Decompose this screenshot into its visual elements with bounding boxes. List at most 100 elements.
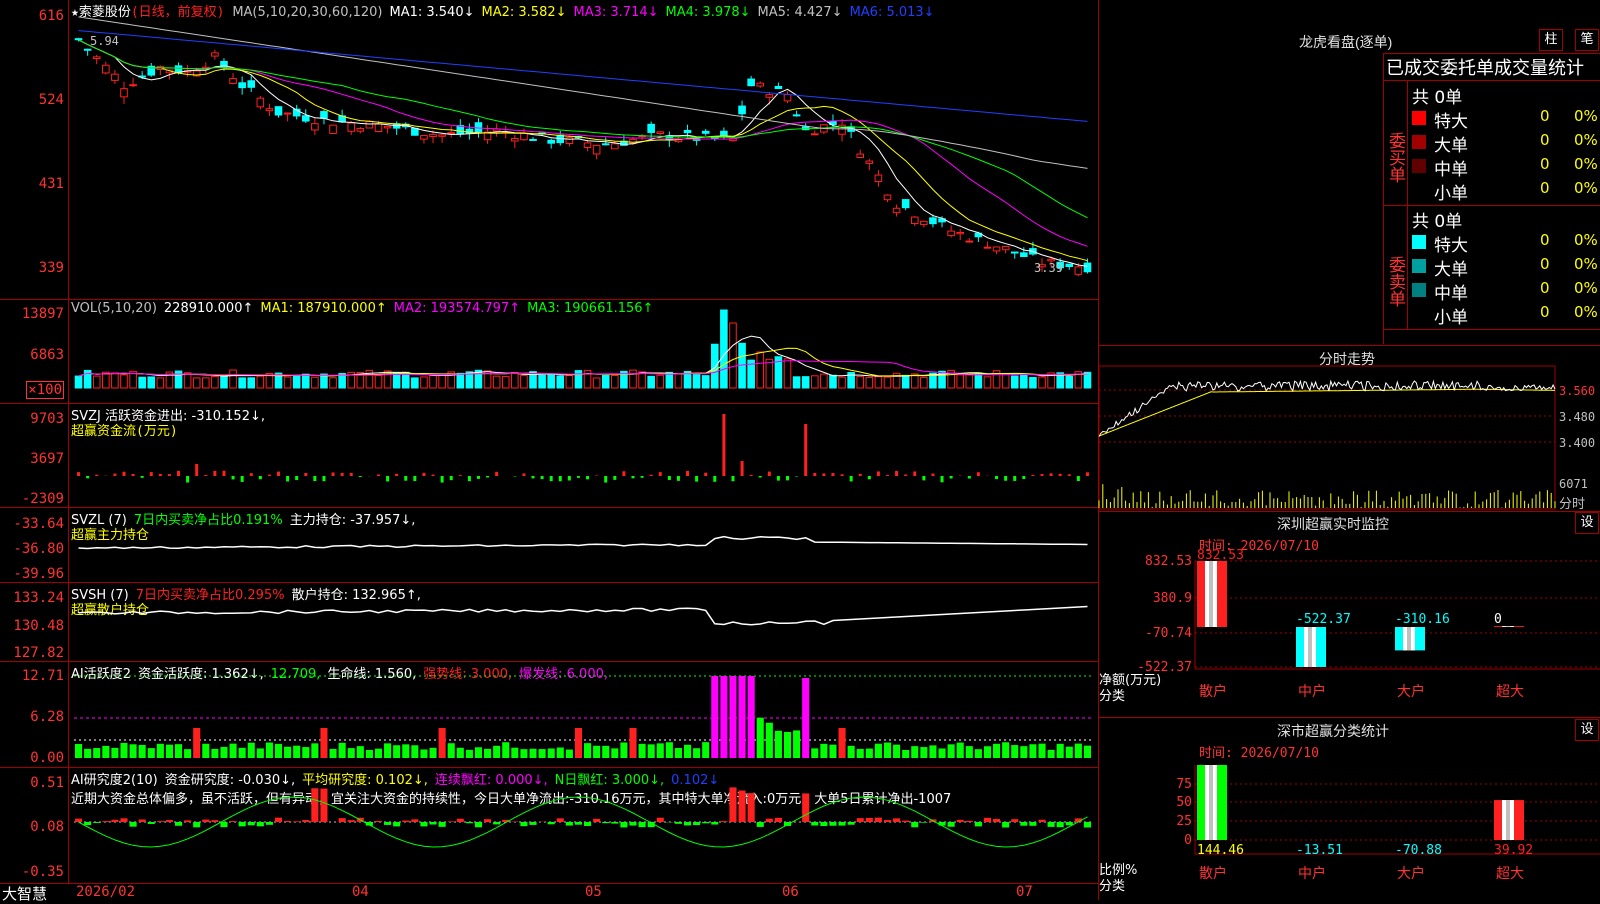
svsh-panel[interactable]: 133.24 130.48 127.82 SVSH (7)7日内买卖净占比0.2… <box>0 583 1098 662</box>
candle-body <box>902 200 909 208</box>
category-bar <box>1395 627 1425 650</box>
activity-bar <box>266 743 273 758</box>
activity-bar <box>566 750 573 758</box>
flow-bar <box>159 474 162 476</box>
flow-bar <box>332 472 335 476</box>
flow-bar <box>822 473 825 476</box>
activity-bar <box>511 748 518 758</box>
activity-bar <box>484 749 491 758</box>
activity-bar <box>829 745 836 758</box>
research-bar <box>230 821 237 822</box>
volume-bar <box>811 376 818 388</box>
volume-bar <box>1011 376 1018 388</box>
activity-bar <box>639 744 646 758</box>
activity-bar <box>411 745 418 758</box>
category-label: 中户 <box>1298 683 1326 700</box>
research-bar <box>257 822 264 826</box>
intraday-chart[interactable] <box>1099 346 1600 511</box>
activity-bar <box>666 742 673 758</box>
flow-bar <box>204 475 207 476</box>
activity-bar <box>130 744 137 758</box>
volume-bar <box>430 375 437 388</box>
ai-research-panel[interactable]: 0.51 0.08 -0.35 AI研究度2(10)资金研究度: -0.030↓… <box>0 768 1098 883</box>
volume-bar <box>75 376 82 388</box>
flow-bar <box>486 476 489 477</box>
order-pct: 0% <box>1574 131 1598 149</box>
research-bar <box>457 819 464 822</box>
order-row: 大单00% <box>1412 131 1600 153</box>
flow-bar <box>222 471 225 476</box>
order-label: 小单 <box>1434 179 1468 204</box>
flow-bar <box>441 476 444 483</box>
svzl-line[interactable] <box>0 508 1098 582</box>
activity-bar <box>911 746 918 758</box>
flow-bar <box>877 471 880 476</box>
research-bar <box>702 822 709 823</box>
volume-panel[interactable]: 13897 6863 ×100 VOL(5,10,20)228910.000↑M… <box>0 300 1098 404</box>
candle-body <box>548 140 555 143</box>
activity-bar <box>875 744 882 758</box>
category-bar <box>1197 561 1227 627</box>
activity-bar <box>475 747 482 758</box>
activity-bar <box>357 746 364 758</box>
svzj-panel[interactable]: 9703 3697 -2309 SVZJ 活跃资金进出: -310.152↓, … <box>0 404 1098 508</box>
candle-body <box>875 175 882 181</box>
research-bar <box>675 822 682 824</box>
volume-bar <box>239 378 246 388</box>
volume-bar <box>148 377 155 388</box>
research-bar <box>784 822 791 826</box>
volume-bar <box>375 376 382 388</box>
order-pct: 0% <box>1574 255 1598 273</box>
activity-bar <box>257 748 264 758</box>
research-bar <box>629 822 636 826</box>
date-label: 07 <box>1016 884 1033 900</box>
flow-bar <box>459 475 462 476</box>
research-bar <box>1048 822 1055 827</box>
flow-bar <box>1004 476 1007 481</box>
candle-body <box>884 195 891 200</box>
sz-monitor-chart[interactable]: 832.53380.9-70.74-522.37832.53散户-522.37中… <box>1099 511 1600 717</box>
svzj-bars[interactable] <box>0 404 1098 507</box>
sz-class-section[interactable]: 深市超赢分类统计 设 时间: 2026/07/10 7550250144.46散… <box>1099 717 1600 901</box>
research-bar <box>1066 822 1073 825</box>
activity-bar <box>429 748 436 758</box>
volume-bar <box>1002 374 1009 388</box>
kline-panel[interactable]: 616 524 431 339 ★索菱股份(日线，前复权) MA(5,10,20… <box>0 0 1098 300</box>
flow-bar <box>741 461 744 476</box>
flow-bar <box>759 476 762 477</box>
activity-bar <box>448 743 455 758</box>
flow-bar <box>150 472 153 476</box>
activity-bar <box>575 728 582 758</box>
category-label: 大户 <box>1397 683 1425 700</box>
activity-bar <box>920 747 927 758</box>
tick-view-button[interactable]: 笔 <box>1575 29 1599 51</box>
activity-bar <box>1002 742 1009 758</box>
svzl-panel[interactable]: -33.64 -36.80 -39.96 SVZL (7)7日内买卖净占比0.1… <box>0 508 1098 583</box>
intraday-section[interactable]: 分时走势 3.560 3.480 3.400 6071 分时 <box>1099 345 1600 512</box>
activity-bar <box>966 746 973 758</box>
svsh-line[interactable] <box>0 583 1098 661</box>
flow-bar <box>950 476 953 478</box>
candle-body <box>439 135 446 136</box>
ai-research-chart[interactable] <box>0 768 1098 883</box>
volume-bars[interactable] <box>0 300 1098 403</box>
ai-active-panel[interactable]: 12.71 6.28 0.00 AI活跃度2资金活跃度: 1.362↓,12.7… <box>0 662 1098 768</box>
intraday-tick: 3.560 <box>1559 384 1595 398</box>
candle-body <box>103 65 110 73</box>
column-view-button[interactable]: 柱 <box>1539 29 1563 51</box>
order-pct: 0% <box>1574 155 1598 173</box>
candlestick-chart[interactable] <box>0 0 1098 299</box>
volume-bar <box>675 374 682 388</box>
research-bar <box>684 822 691 825</box>
sz-class-chart[interactable]: 7550250144.46散户-13.51中户-70.88大户39.92超大 <box>1099 718 1600 901</box>
volume-bar <box>212 377 219 388</box>
activity-bar <box>1066 747 1073 758</box>
activity-bar <box>848 746 855 758</box>
flow-bar <box>995 476 998 479</box>
research-bar <box>275 818 282 822</box>
activity-bar <box>375 749 382 758</box>
candle-body <box>512 139 519 141</box>
sz-monitor-section[interactable]: 深圳超赢实时监控 设 时间: 2026/07/10 832.53380.9-70… <box>1099 511 1600 717</box>
ai-active-bars[interactable] <box>0 662 1098 767</box>
activity-bar <box>1075 744 1082 758</box>
